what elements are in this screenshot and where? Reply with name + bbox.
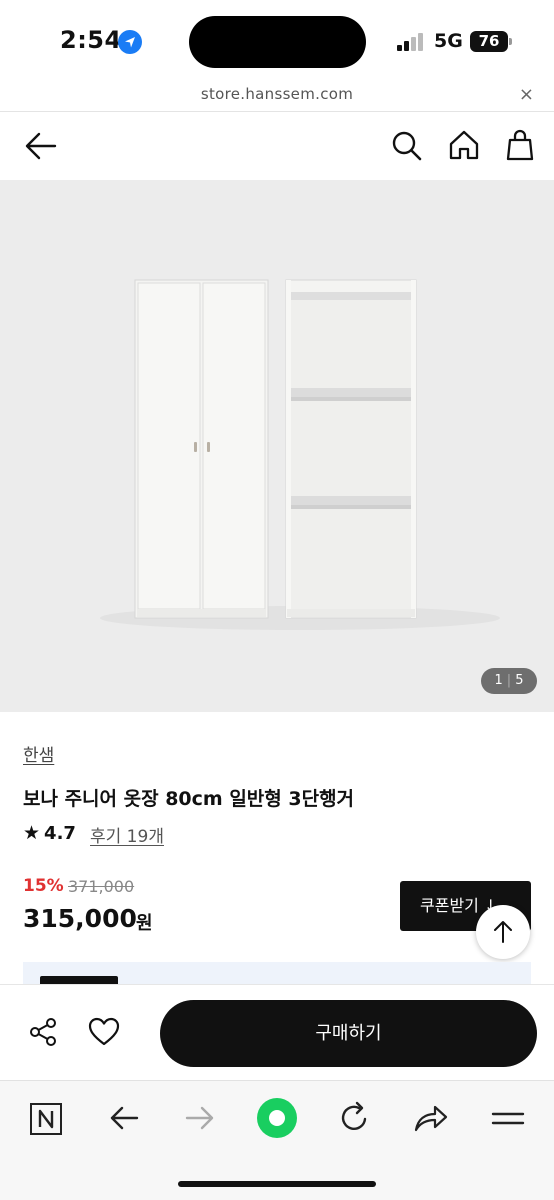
home-indicator[interactable] bbox=[178, 1181, 376, 1187]
original-price: 371,000 bbox=[68, 877, 135, 896]
naver-n-icon[interactable] bbox=[29, 1102, 63, 1136]
buy-bar: 구매하기 bbox=[0, 984, 554, 1080]
url-text[interactable]: store.hanssem.com bbox=[0, 85, 554, 103]
reviews-link[interactable]: 후기 19개 bbox=[90, 822, 164, 847]
buy-button[interactable]: 구매하기 bbox=[160, 1000, 537, 1067]
image-pager: 1 | 5 bbox=[481, 668, 537, 694]
heart-icon[interactable] bbox=[88, 1017, 120, 1047]
sale-price: 315,000 bbox=[23, 904, 137, 933]
status-bar: 2:54 5G 76 bbox=[0, 0, 554, 80]
battery-icon: 76 bbox=[470, 31, 512, 52]
close-icon[interactable]: × bbox=[519, 84, 534, 105]
site-header bbox=[0, 112, 554, 180]
brand-link[interactable]: 한샘 bbox=[23, 741, 54, 766]
star-icon: ★ bbox=[23, 822, 41, 844]
promo-tag bbox=[40, 976, 118, 984]
product-title: 보나 주니어 옷장 80cm 일반형 3단행거 bbox=[23, 788, 355, 810]
search-icon[interactable] bbox=[391, 130, 423, 162]
clock: 2:54 bbox=[60, 26, 122, 54]
scroll-to-top-button[interactable] bbox=[476, 905, 530, 959]
back-arrow-icon[interactable] bbox=[24, 130, 58, 162]
green-dot-icon[interactable] bbox=[256, 1097, 298, 1139]
shopping-bag-icon[interactable] bbox=[505, 128, 535, 162]
share-icon[interactable] bbox=[28, 1017, 58, 1047]
rating: ★ 4.7 bbox=[23, 822, 76, 844]
pager-current: 1 bbox=[494, 673, 503, 688]
rating-value: 4.7 bbox=[44, 823, 76, 844]
product-image bbox=[100, 279, 500, 630]
pager-separator: | bbox=[506, 673, 512, 688]
pager-total: 5 bbox=[515, 673, 524, 688]
share-arrow-icon[interactable] bbox=[413, 1102, 449, 1134]
home-icon[interactable] bbox=[448, 129, 480, 161]
browser-url-bar: store.hanssem.com × bbox=[0, 80, 554, 112]
reload-icon[interactable] bbox=[338, 1101, 370, 1135]
menu-icon[interactable] bbox=[491, 1106, 525, 1130]
forward-icon[interactable] bbox=[184, 1103, 216, 1133]
product-image-gallery[interactable] bbox=[0, 180, 554, 712]
discount-rate: 15% bbox=[23, 876, 64, 896]
dynamic-island bbox=[189, 16, 366, 68]
currency-label: 원 bbox=[136, 913, 153, 934]
signal-bars-icon bbox=[397, 33, 425, 51]
arrow-up-icon bbox=[494, 921, 512, 943]
location-arrow-icon bbox=[118, 30, 142, 54]
network-type: 5G bbox=[434, 30, 463, 52]
back-icon[interactable] bbox=[108, 1103, 140, 1133]
